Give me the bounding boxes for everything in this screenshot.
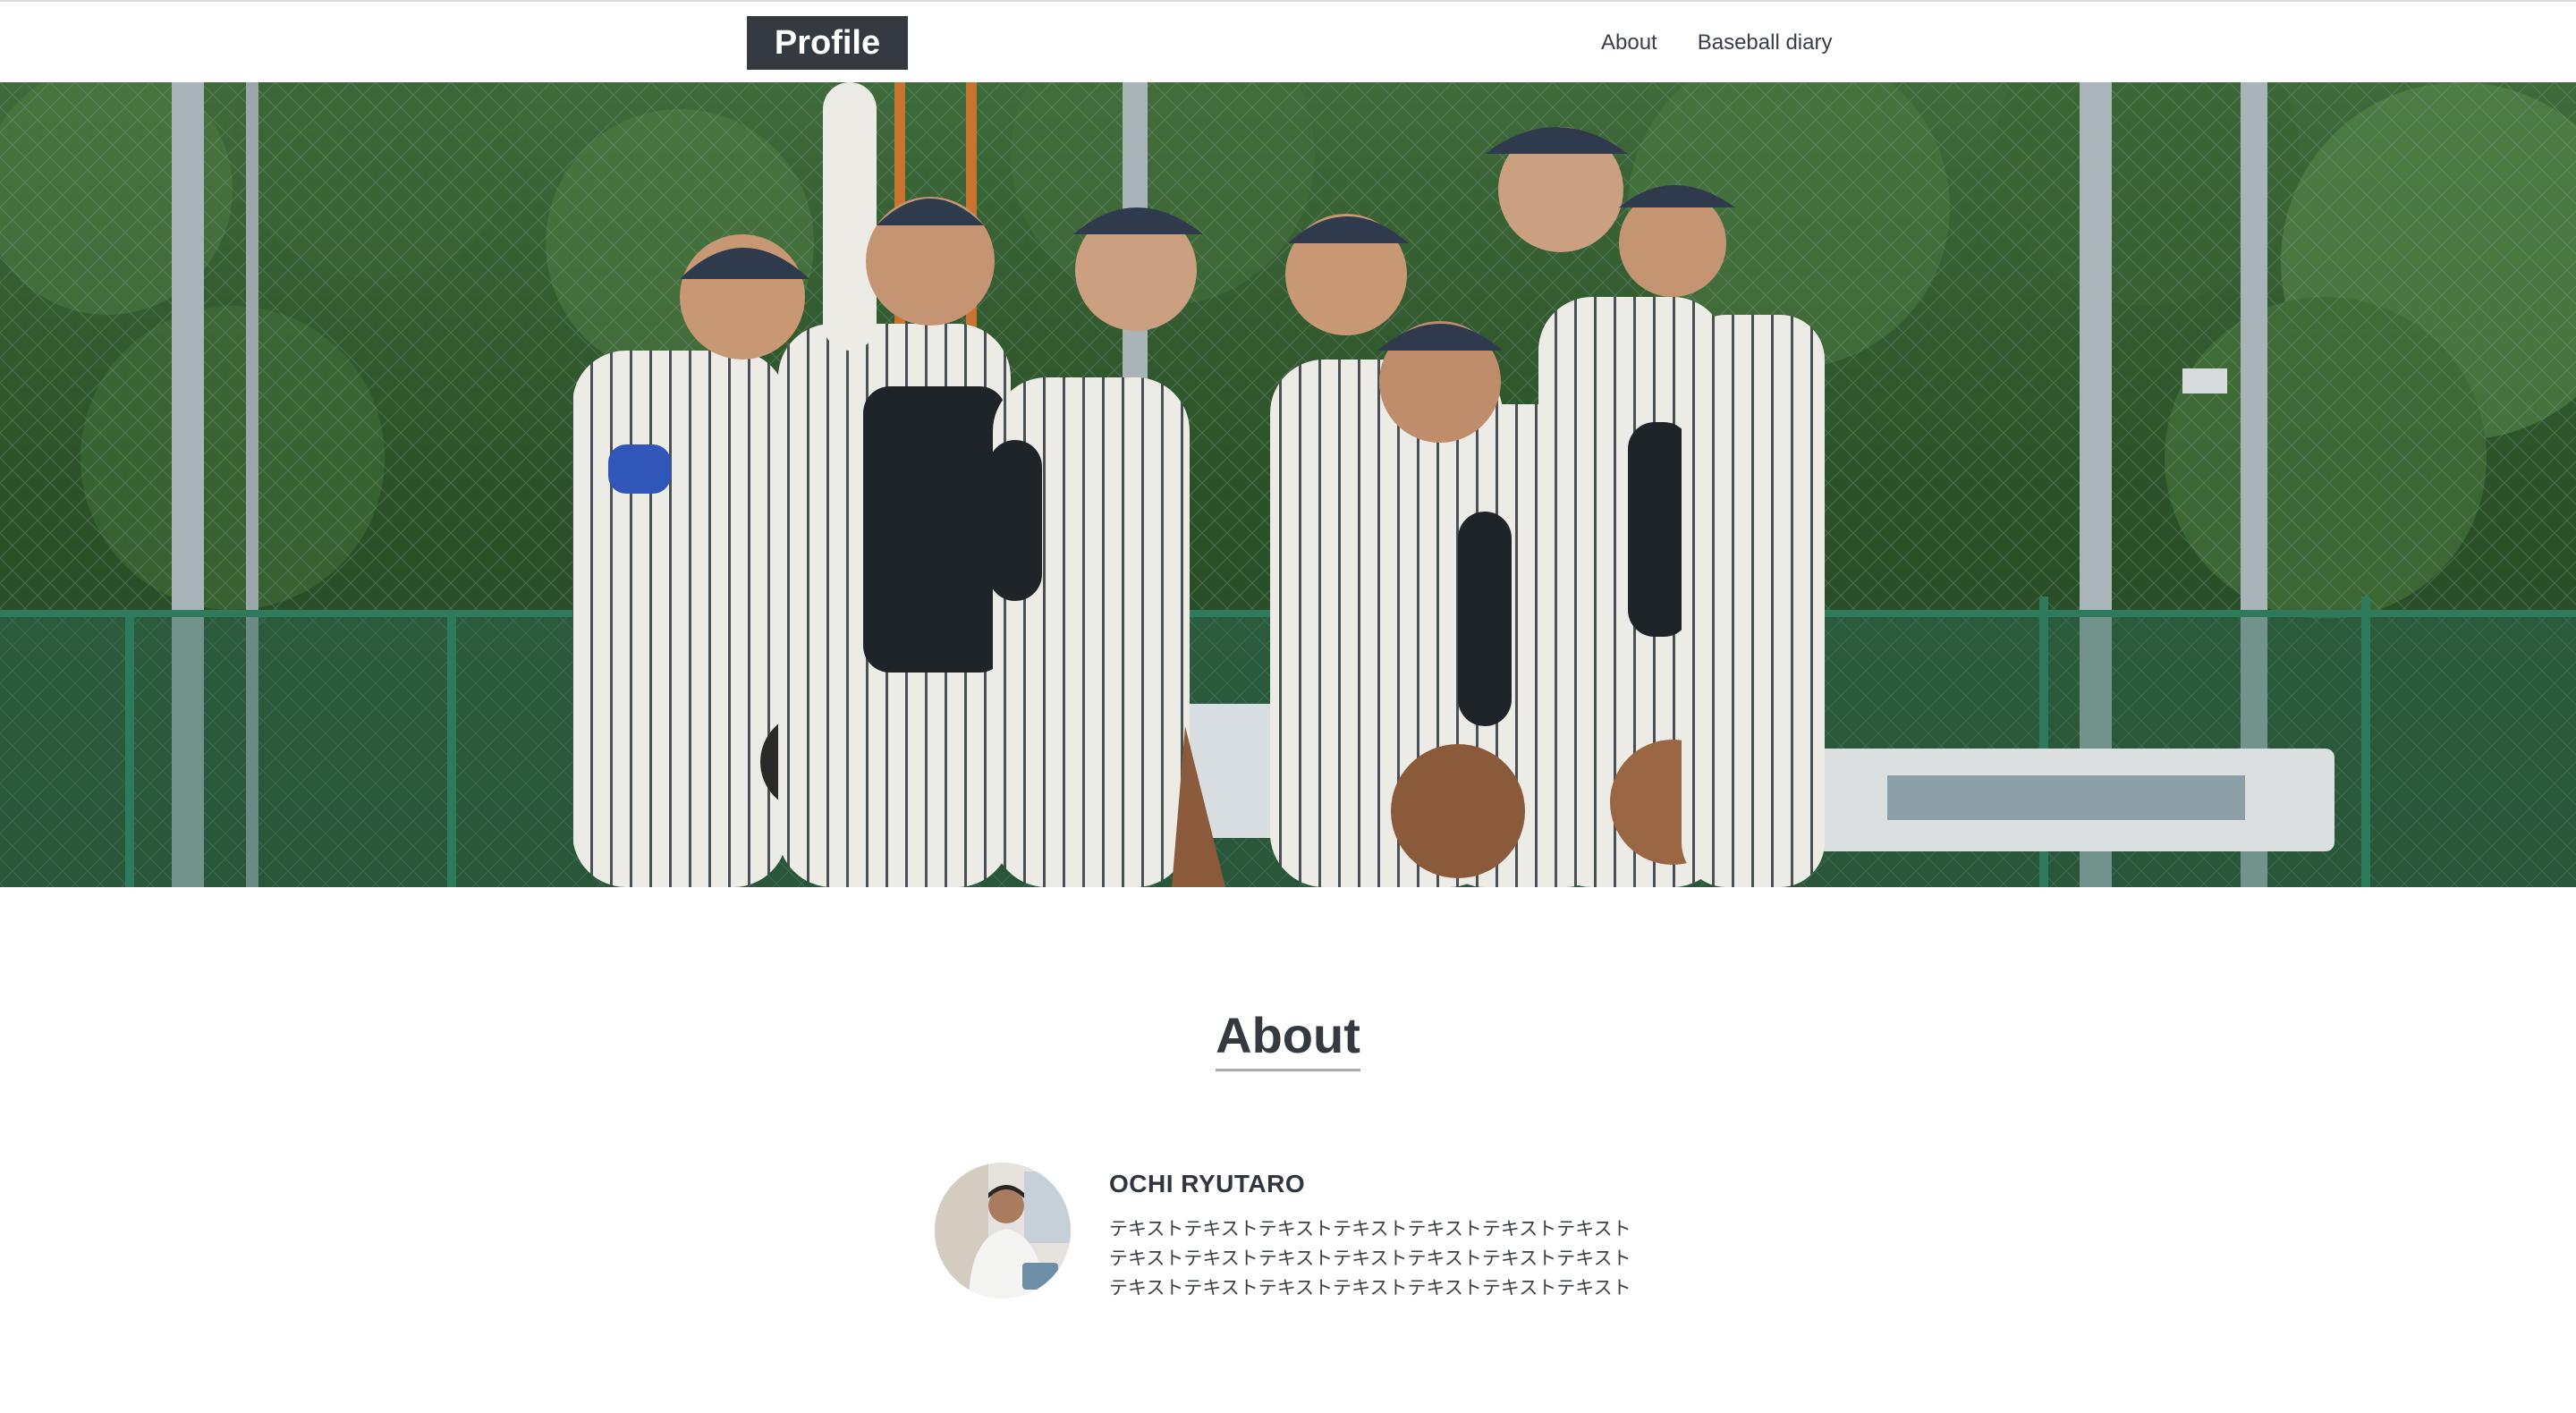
- profile-bio: テキストテキストテキストテキストテキストテキストテキスト テキストテキストテキス…: [1109, 1214, 1682, 1303]
- bio-line: テキストテキストテキストテキストテキストテキストテキスト: [1109, 1248, 1631, 1269]
- about-section-header: About: [0, 1006, 2576, 1071]
- main-nav: About Baseball diary: [1601, 27, 1832, 59]
- user-avatar-icon: [935, 1163, 1071, 1299]
- hero-image: [0, 82, 2576, 887]
- profile-name: OCHI RYUTARO: [1109, 1170, 1306, 1197]
- nav-link-about[interactable]: About: [1601, 27, 1657, 59]
- site-header: Profile About Baseball diary: [0, 0, 2576, 82]
- site-logo[interactable]: Profile: [747, 16, 908, 70]
- baseball-team-photo: [0, 82, 2576, 887]
- nav-link-baseball-diary[interactable]: Baseball diary: [1698, 27, 1833, 59]
- about-heading: About: [1216, 1006, 1360, 1071]
- bio-line: テキストテキストテキストテキストテキストテキストテキスト: [1109, 1218, 1631, 1240]
- bio-line: テキストテキストテキストテキストテキストテキストテキスト: [1109, 1277, 1631, 1299]
